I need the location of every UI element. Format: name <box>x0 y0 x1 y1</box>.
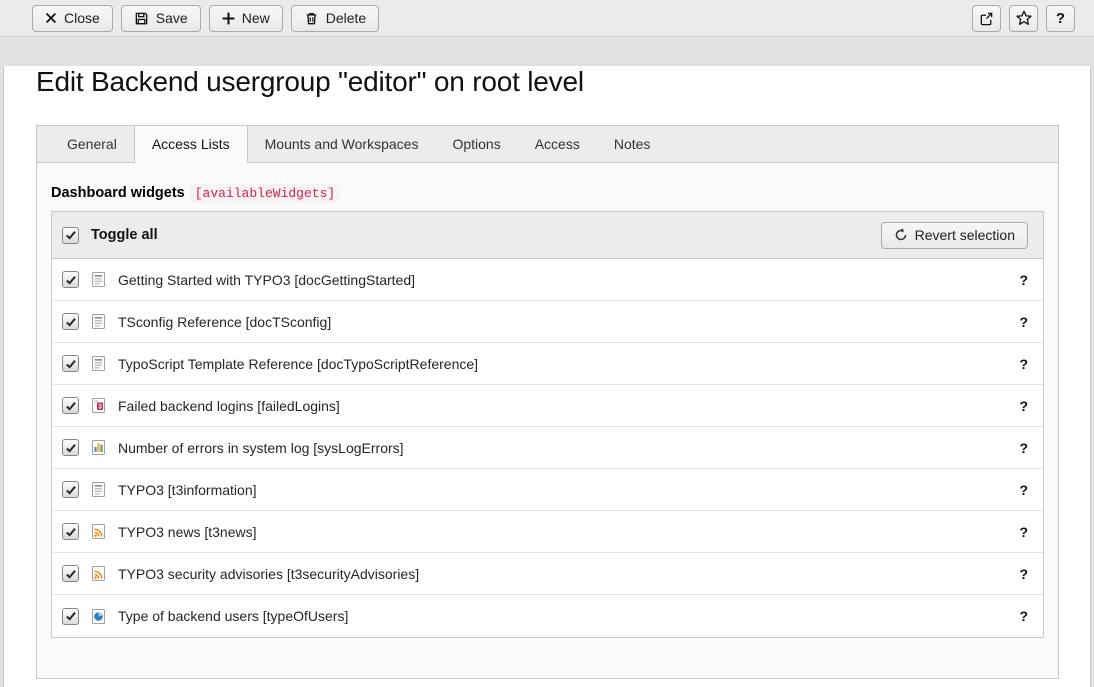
module-body: Edit Backend usergroup "editor" on root … <box>3 66 1091 687</box>
widget-row: Getting Started with TYPO3 [docGettingSt… <box>52 259 1043 301</box>
open-in-new-window-button[interactable] <box>972 5 1001 32</box>
document-widget-icon <box>90 313 107 330</box>
widget-label: Type of backend users [typeOfUsers] <box>118 608 348 624</box>
row-help-icon[interactable]: ? <box>1019 524 1028 540</box>
widget-row: 3 Failed backend logins [failedLogins]? <box>52 385 1043 427</box>
widget-checkbox[interactable] <box>62 565 79 582</box>
tab-bar: GeneralAccess ListsMounts and Workspaces… <box>36 125 1059 163</box>
tab-panel-access-lists: Dashboard widgets [availableWidgets] Togg… <box>36 163 1059 679</box>
widget-checkbox[interactable] <box>62 355 79 372</box>
tab-options[interactable]: Options <box>435 126 517 162</box>
document-widget-icon <box>90 271 107 288</box>
rss-widget-icon <box>90 565 107 582</box>
delete-button[interactable]: Delete <box>291 5 379 32</box>
widget-label: Number of errors in system log [sysLogEr… <box>118 440 404 456</box>
open-in-new-window-icon <box>979 11 994 26</box>
star-icon <box>1016 10 1032 26</box>
new-button[interactable]: New <box>209 5 283 32</box>
plus-icon <box>222 12 235 25</box>
tab-mounts-and-workspaces[interactable]: Mounts and Workspaces <box>248 126 436 162</box>
widget-checkbox[interactable] <box>62 608 79 625</box>
revert-selection-button[interactable]: Revert selection <box>881 222 1028 249</box>
close-icon <box>45 12 57 24</box>
widget-checkbox[interactable] <box>62 271 79 288</box>
widget-label: TSconfig Reference [docTSconfig] <box>118 314 331 330</box>
row-help-icon[interactable]: ? <box>1019 608 1028 624</box>
available-widgets-list: Toggle all Revert selection Getting Star… <box>51 211 1044 638</box>
document-widget-icon <box>90 355 107 372</box>
close-button-label: Close <box>64 10 100 26</box>
toggle-all-checkbox[interactable] <box>62 227 79 244</box>
widget-row: Type of backend users [typeOfUsers]? <box>52 595 1043 637</box>
widget-label: TYPO3 [t3information] <box>118 482 257 498</box>
tabs-container: GeneralAccess ListsMounts and Workspaces… <box>36 125 1059 679</box>
widget-rows: Getting Started with TYPO3 [docGettingSt… <box>52 259 1043 637</box>
delete-button-label: Delete <box>326 10 366 26</box>
toggle-all-row: Toggle all Revert selection <box>52 212 1043 259</box>
widget-row: TYPO3 [t3information]? <box>52 469 1043 511</box>
widget-label: Failed backend logins [failedLogins] <box>118 398 340 414</box>
number-widget-icon: 3 <box>90 397 107 414</box>
tab-notes[interactable]: Notes <box>597 126 668 162</box>
bar-chart-widget-icon <box>90 439 107 456</box>
widget-checkbox[interactable] <box>62 313 79 330</box>
help-button[interactable]: ? <box>1046 5 1075 32</box>
widget-label: TYPO3 security advisories [t3securityAdv… <box>118 566 419 582</box>
row-help-icon[interactable]: ? <box>1019 398 1028 414</box>
toolbar-left-group: Close Save New Delete <box>32 5 379 32</box>
row-help-icon[interactable]: ? <box>1019 440 1028 456</box>
revert-icon <box>894 228 908 242</box>
field-label: Dashboard widgets <box>51 185 185 201</box>
widget-checkbox[interactable] <box>62 439 79 456</box>
page-title: Edit Backend usergroup "editor" on root … <box>36 66 1090 98</box>
widget-checkbox[interactable] <box>62 397 79 414</box>
widget-checkbox[interactable] <box>62 481 79 498</box>
field-label-row: Dashboard widgets [availableWidgets] <box>51 184 1044 202</box>
tab-access-lists[interactable]: Access Lists <box>134 126 248 163</box>
toolbar-right-group: ? <box>972 5 1075 32</box>
row-help-icon[interactable]: ? <box>1019 566 1028 582</box>
row-help-icon[interactable]: ? <box>1019 314 1028 330</box>
save-button[interactable]: Save <box>121 5 201 32</box>
help-icon: ? <box>1056 10 1065 27</box>
widget-row: Number of errors in system log [sysLogEr… <box>52 427 1043 469</box>
document-widget-icon <box>90 481 107 498</box>
revert-selection-label: Revert selection <box>915 227 1015 243</box>
doc-header-toolbar: Close Save New Delete ? <box>0 0 1094 37</box>
widget-label: TYPO3 news [t3news] <box>118 524 257 540</box>
close-button[interactable]: Close <box>32 5 113 32</box>
save-button-label: Save <box>156 10 188 26</box>
tab-access[interactable]: Access <box>518 126 597 162</box>
widget-row: TSconfig Reference [docTSconfig]? <box>52 301 1043 343</box>
widget-checkbox[interactable] <box>62 523 79 540</box>
widget-row: TypoScript Template Reference [docTypoSc… <box>52 343 1043 385</box>
pie-chart-widget-icon <box>90 608 107 625</box>
row-help-icon[interactable]: ? <box>1019 482 1028 498</box>
row-help-icon[interactable]: ? <box>1019 356 1028 372</box>
field-code: [availableWidgets] <box>190 184 340 203</box>
bookmark-button[interactable] <box>1009 5 1038 32</box>
trash-icon <box>304 11 319 26</box>
widget-row: TYPO3 security advisories [t3securityAdv… <box>52 553 1043 595</box>
tab-general[interactable]: General <box>50 126 134 162</box>
rss-widget-icon <box>90 523 107 540</box>
widget-label: Getting Started with TYPO3 [docGettingSt… <box>118 272 415 288</box>
new-button-label: New <box>242 10 270 26</box>
widget-label: TypoScript Template Reference [docTypoSc… <box>118 356 478 372</box>
toggle-all-label: Toggle all <box>91 227 158 243</box>
save-icon <box>134 11 149 26</box>
widget-row: TYPO3 news [t3news]? <box>52 511 1043 553</box>
row-help-icon[interactable]: ? <box>1019 272 1028 288</box>
